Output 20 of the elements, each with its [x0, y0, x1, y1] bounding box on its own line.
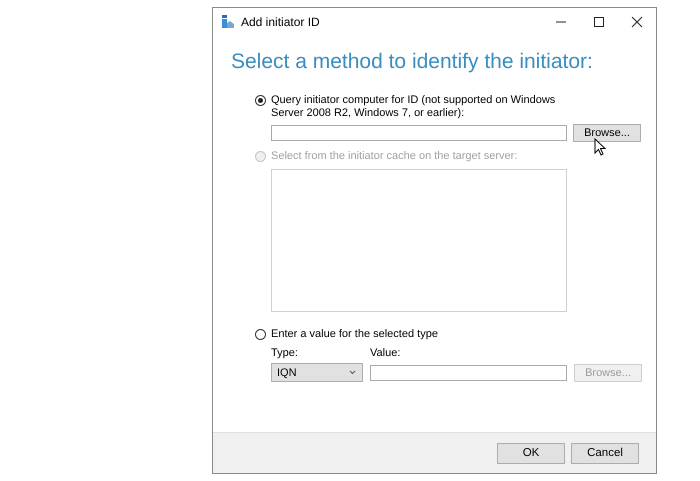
option-label: Enter a value for the selected type [271, 328, 438, 341]
value-field[interactable] [370, 364, 567, 380]
window-title: Add initiator ID [241, 15, 320, 29]
chevron-down-icon [349, 370, 356, 375]
computer-field[interactable] [271, 125, 567, 141]
mouse-cursor-icon [594, 138, 606, 156]
dialog-heading: Select a method to identify the initiator: [231, 50, 594, 74]
value-label: Value: [370, 347, 400, 359]
type-label: Type: [271, 347, 299, 359]
option-label: Query initiator computer for ID (not supported on Windows Server 2008 R2, Windows 7, or earlier): [271, 94, 556, 120]
browse-button[interactable]: Browse... [573, 124, 641, 142]
server-icon [221, 15, 235, 29]
radio-button[interactable] [255, 329, 266, 340]
option-label: Select from the initiator cache on the target server: [271, 150, 518, 163]
cancel-button[interactable]: Cancel [571, 442, 639, 464]
ok-button[interactable]: OK [497, 442, 565, 464]
type-dropdown[interactable]: IQN [271, 363, 363, 382]
radio-button[interactable] [255, 95, 266, 106]
maximize-icon[interactable] [593, 16, 605, 28]
close-icon[interactable] [631, 16, 643, 28]
